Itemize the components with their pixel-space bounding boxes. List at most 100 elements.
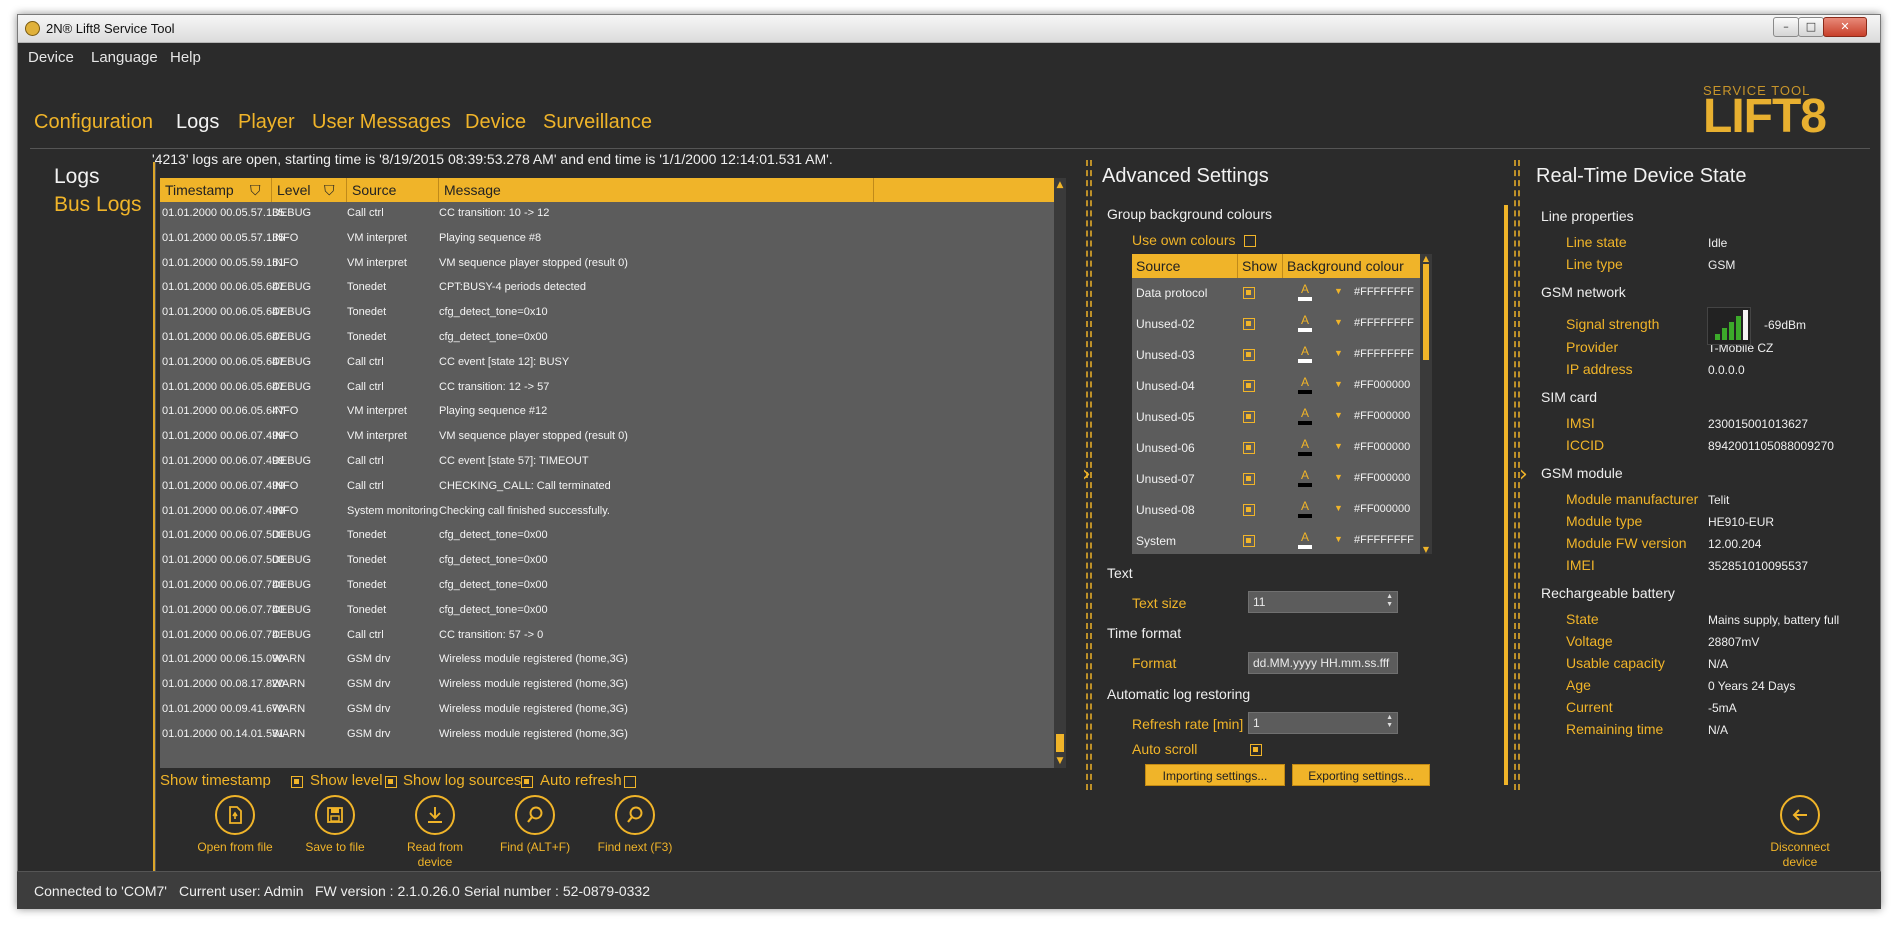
font-colour-icon[interactable]: A xyxy=(1297,468,1313,488)
font-colour-icon[interactable]: A xyxy=(1297,282,1313,302)
chevron-right-icon[interactable]: › xyxy=(1519,462,1528,487)
column-message[interactable]: Message xyxy=(439,178,874,202)
auto-refresh-checkbox[interactable] xyxy=(624,776,636,788)
show-checkbox[interactable] xyxy=(1243,380,1255,392)
advanced-scroll-track[interactable] xyxy=(1504,205,1508,785)
show-checkbox[interactable] xyxy=(1243,411,1255,423)
save-to-file-button[interactable]: Save to file xyxy=(285,795,385,855)
show-checkbox[interactable] xyxy=(1243,349,1255,361)
table-row[interactable]: 01.01.2000 00.06.07.499 INFO VM interpret V… xyxy=(160,425,1054,450)
table-row[interactable]: 01.01.2000 00.06.07.500 DEBUG Tonedet cfg_d… xyxy=(160,549,1054,574)
close-button[interactable]: ✕ xyxy=(1823,17,1867,37)
tab-surveillance[interactable]: Surveillance xyxy=(543,111,652,134)
spinner-icon[interactable]: ▲ ▼ xyxy=(1386,714,1393,730)
chevron-down-icon[interactable]: ▼ xyxy=(1334,534,1343,544)
sidenav-item-logs[interactable]: Logs xyxy=(54,165,142,193)
font-colour-icon[interactable]: A xyxy=(1297,344,1313,364)
table-row[interactable]: 01.01.2000 00.06.05.647 INFO VM interpret P… xyxy=(160,400,1054,425)
refresh-rate-input[interactable]: 1 ▲ ▼ xyxy=(1248,712,1398,734)
list-item[interactable]: Unused-07 A ▼ #FF000000 xyxy=(1132,464,1420,495)
show-log-sources-checkbox[interactable] xyxy=(521,776,533,788)
list-item[interactable]: Unused-05 A ▼ #FF000000 xyxy=(1132,402,1420,433)
logs-scrollbar[interactable]: ▲ ▼ xyxy=(1054,178,1066,768)
disconnect-device-button[interactable]: Disconnect device xyxy=(1755,795,1845,870)
table-row[interactable]: 01.01.2000 00.06.07.741 DEBUG Call ctrl CC … xyxy=(160,624,1054,649)
table-row[interactable]: 01.01.2000 00.05.57.135 DEBUG Call ctrl CC … xyxy=(160,202,1054,227)
scroll-down-icon[interactable]: ▼ xyxy=(1055,756,1065,766)
chevron-right-icon[interactable]: › xyxy=(1082,462,1091,487)
chevron-down-icon[interactable]: ▼ xyxy=(1334,317,1343,327)
table-row[interactable]: 01.01.2000 00.06.05.647 DEBUG Tonedet cfg_d… xyxy=(160,326,1054,351)
bg-colour-table[interactable]: Source Show Background colour Data proto… xyxy=(1132,254,1432,554)
table-row[interactable]: 01.01.2000 00.06.07.500 DEBUG Tonedet cfg_d… xyxy=(160,524,1054,549)
table-row[interactable]: 01.01.2000 00.06.07.499 INFO Call ctrl CHEC… xyxy=(160,475,1054,500)
column-show[interactable]: Show xyxy=(1238,254,1283,278)
table-row[interactable]: 01.01.2000 00.05.57.135 INFO VM interpret P… xyxy=(160,227,1054,252)
tab-logs[interactable]: Logs xyxy=(176,111,219,134)
scroll-thumb[interactable] xyxy=(1423,264,1429,360)
auto-scroll-checkbox[interactable] xyxy=(1250,744,1262,756)
read-from-device-button[interactable]: Read from device xyxy=(385,795,485,870)
filter-icon[interactable]: ⛉ xyxy=(250,178,261,202)
find-button[interactable]: Find (ALT+F) xyxy=(485,795,585,855)
table-row[interactable]: 01.01.2000 00.06.05.647 DEBUG Call ctrl CC … xyxy=(160,376,1054,401)
list-item[interactable]: Unused-08 A ▼ #FF000000 xyxy=(1132,495,1420,526)
list-item[interactable]: Unused-06 A ▼ #FF000000 xyxy=(1132,433,1420,464)
scroll-up-icon[interactable]: ▲ xyxy=(1421,254,1431,263)
column-source[interactable]: Source xyxy=(1132,254,1238,278)
table-row[interactable]: 01.01.2000 00.06.15.090 WARN GSM drv Wirele… xyxy=(160,648,1054,673)
scroll-down-icon[interactable]: ▼ xyxy=(1421,545,1431,554)
scroll-up-icon[interactable]: ▲ xyxy=(1055,180,1065,190)
maximize-button[interactable]: □ xyxy=(1798,17,1824,37)
list-item[interactable]: Unused-02 A ▼ #FFFFFFFF xyxy=(1132,309,1420,340)
format-input[interactable]: dd.MM.yyyy HH.mm.ss.fff xyxy=(1248,652,1398,674)
font-colour-icon[interactable]: A xyxy=(1297,406,1313,426)
logs-grid[interactable]: Timestamp ⛉ Level ⛉ Source Message 01.01.2… xyxy=(160,178,1066,768)
table-row[interactable]: 01.01.2000 00.14.01.531 WARN GSM drv Wirele… xyxy=(160,723,1054,748)
list-item[interactable]: Data protocol A ▼ #FFFFFFFF xyxy=(1132,278,1420,309)
chevron-down-icon[interactable]: ▼ xyxy=(1334,472,1343,482)
menu-help[interactable]: Help xyxy=(170,49,201,66)
spinner-icon[interactable]: ▲ ▼ xyxy=(1386,593,1393,609)
list-item[interactable]: System A ▼ #FFFFFFFF xyxy=(1132,526,1420,554)
table-row[interactable]: 01.01.2000 00.06.07.740 DEBUG Tonedet cfg_d… xyxy=(160,599,1054,624)
column-timestamp[interactable]: Timestamp ⛉ xyxy=(160,178,272,202)
tab-device[interactable]: Device xyxy=(465,111,526,134)
table-row[interactable]: 01.01.2000 00.06.07.499 DEBUG Call ctrl CC … xyxy=(160,450,1054,475)
chevron-down-icon[interactable]: ▼ xyxy=(1334,410,1343,420)
chevron-down-icon[interactable]: ▼ xyxy=(1334,348,1343,358)
text-size-input[interactable]: 11 ▲ ▼ xyxy=(1248,591,1398,613)
font-colour-icon[interactable]: A xyxy=(1297,530,1313,550)
show-checkbox[interactable] xyxy=(1243,318,1255,330)
filter-icon[interactable]: ⛉ xyxy=(324,178,335,202)
show-checkbox[interactable] xyxy=(1243,473,1255,485)
column-level[interactable]: Level ⛉ xyxy=(272,178,347,202)
use-own-colours-checkbox[interactable] xyxy=(1244,235,1256,247)
table-row[interactable]: 01.01.2000 00.06.07.499 INFO System monito… xyxy=(160,500,1054,525)
chevron-down-icon[interactable]: ▼ xyxy=(1334,379,1343,389)
chevron-down-icon[interactable]: ▼ xyxy=(1334,441,1343,451)
table-row[interactable]: 01.01.2000 00.05.59.151 INFO VM interpret V… xyxy=(160,252,1054,277)
font-colour-icon[interactable]: A xyxy=(1297,499,1313,519)
open-from-file-button[interactable]: Open from file xyxy=(185,795,285,855)
tab-configuration[interactable]: Configuration xyxy=(34,111,153,134)
chevron-down-icon[interactable]: ▼ xyxy=(1334,286,1343,296)
minimize-button[interactable]: – xyxy=(1773,17,1799,37)
chevron-down-icon[interactable]: ▼ xyxy=(1334,503,1343,513)
show-checkbox[interactable] xyxy=(1243,535,1255,547)
table-row[interactable]: 01.01.2000 00.09.41.670 WARN GSM drv Wirele… xyxy=(160,698,1054,723)
scroll-thumb[interactable] xyxy=(1056,734,1064,752)
find-next-button[interactable]: Find next (F3) xyxy=(585,795,685,855)
importing-settings-button[interactable]: Importing settings... xyxy=(1145,764,1285,786)
show-checkbox[interactable] xyxy=(1243,287,1255,299)
menu-language[interactable]: Language xyxy=(91,49,158,66)
show-timestamp-checkbox[interactable] xyxy=(291,776,303,788)
tab-player[interactable]: Player xyxy=(238,111,295,134)
table-row[interactable]: 01.01.2000 00.06.05.647 DEBUG Tonedet CPT:B… xyxy=(160,276,1054,301)
list-item[interactable]: Unused-03 A ▼ #FFFFFFFF xyxy=(1132,340,1420,371)
table-row[interactable]: 01.01.2000 00.06.05.647 DEBUG Call ctrl CC … xyxy=(160,351,1054,376)
table-row[interactable]: 01.01.2000 00.06.05.647 DEBUG Tonedet cfg_d… xyxy=(160,301,1054,326)
table-row[interactable]: 01.01.2000 00.06.07.740 DEBUG Tonedet cfg_d… xyxy=(160,574,1054,599)
sidenav-item-bus-logs[interactable]: Bus Logs xyxy=(54,193,142,221)
show-level-checkbox[interactable] xyxy=(385,776,397,788)
